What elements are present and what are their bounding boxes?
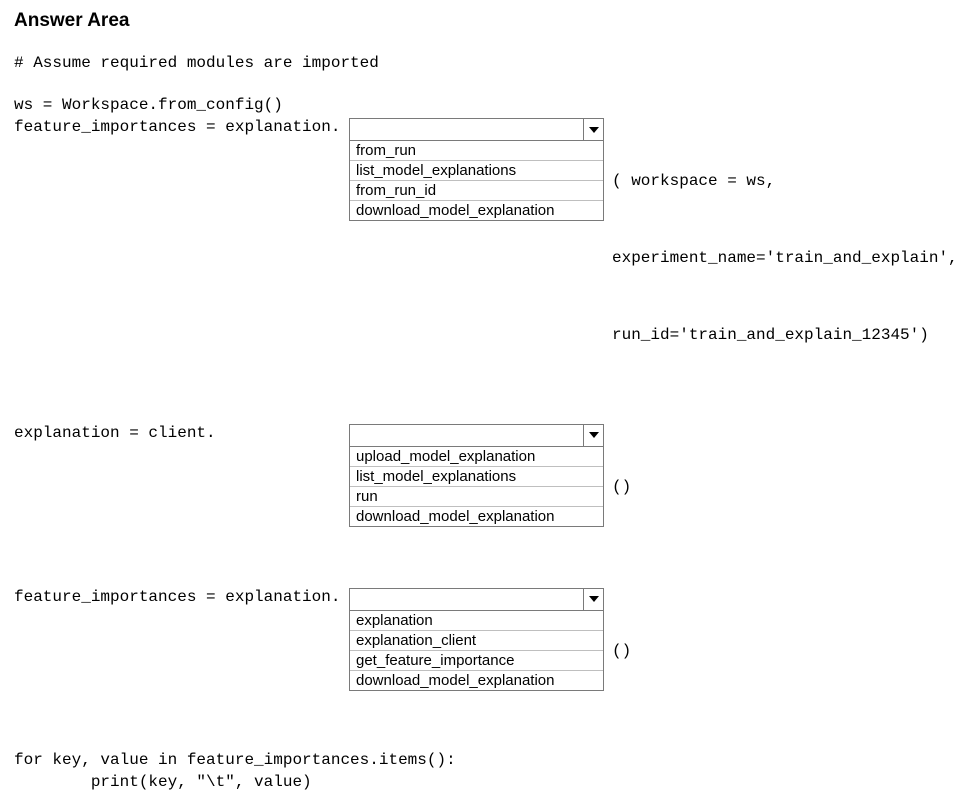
row3-right-line1: () — [612, 639, 650, 665]
chevron-down-icon[interactable] — [583, 589, 603, 610]
dropdown-3-option[interactable]: get_feature_importance — [350, 651, 603, 671]
row2-right-code: () — [604, 424, 650, 552]
dropdown-3[interactable]: explanation explanation_client get_featu… — [349, 588, 604, 691]
row1-left-code: feature_importances = explanation. — [14, 118, 349, 136]
chevron-down-icon[interactable] — [583, 119, 603, 140]
dropdown-2-header[interactable] — [350, 425, 603, 447]
dropdown-3-option[interactable]: explanation — [350, 611, 603, 631]
row1-right-code: ( workspace = ws, experiment_name='train… — [604, 118, 958, 400]
ws-assignment: ws = Workspace.from_config() — [14, 96, 959, 114]
row2-right-line1: () — [612, 475, 650, 501]
comment-line: # Assume required modules are imported — [14, 54, 959, 72]
code-row-3: feature_importances = explanation. expla… — [14, 588, 959, 716]
row1-right-line3: run_id='train_and_explain_12345') — [612, 323, 958, 349]
row3-left-code: feature_importances = explanation. — [14, 588, 349, 606]
dropdown-1-option[interactable]: download_model_explanation — [350, 201, 603, 220]
code-row-1: feature_importances = explanation. from_… — [14, 118, 959, 400]
row2-left-code: explanation = client. — [14, 424, 349, 442]
row1-right-line2: experiment_name='train_and_explain', — [612, 246, 958, 272]
row1-right-line1: ( workspace = ws, — [612, 169, 958, 195]
dropdown-3-option[interactable]: download_model_explanation — [350, 671, 603, 690]
print-line: print(key, "\t", value) — [14, 773, 959, 791]
dropdown-1-option[interactable]: from_run — [350, 141, 603, 161]
dropdown-2-option[interactable]: run — [350, 487, 603, 507]
dropdown-1-header[interactable] — [350, 119, 603, 141]
chevron-down-icon[interactable] — [583, 425, 603, 446]
dropdown-1-option[interactable]: from_run_id — [350, 181, 603, 201]
dropdown-2[interactable]: upload_model_explanation list_model_expl… — [349, 424, 604, 527]
dropdown-2-option[interactable]: upload_model_explanation — [350, 447, 603, 467]
dropdown-2-option[interactable]: download_model_explanation — [350, 507, 603, 526]
for-loop-line: for key, value in feature_importances.it… — [14, 751, 959, 769]
dropdown-1-option[interactable]: list_model_explanations — [350, 161, 603, 181]
dropdown-2-option[interactable]: list_model_explanations — [350, 467, 603, 487]
dropdown-3-option[interactable]: explanation_client — [350, 631, 603, 651]
code-row-2: explanation = client. upload_model_expla… — [14, 424, 959, 552]
dropdown-3-header[interactable] — [350, 589, 603, 611]
row3-right-code: () — [604, 588, 650, 716]
dropdown-1[interactable]: from_run list_model_explanations from_ru… — [349, 118, 604, 221]
answer-area-title: Answer Area — [14, 10, 959, 32]
